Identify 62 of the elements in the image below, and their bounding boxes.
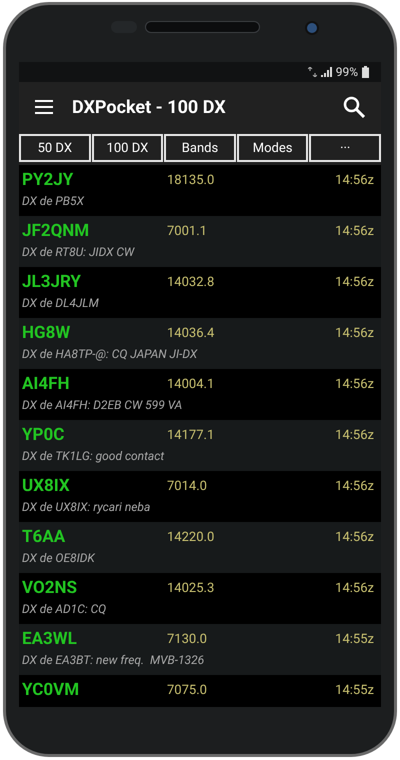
filter-button[interactable]: 100 DX <box>92 134 164 162</box>
callsign: AI4FH <box>22 373 70 396</box>
spot-info: DX de EA3BT: new freq. MVB-1326 <box>22 652 206 669</box>
spot-row[interactable]: JF2QNM 7001.1 14:56z DX de RT8U: JIDX CW <box>19 216 381 267</box>
battery-percent: 99% <box>336 64 358 81</box>
frequency: 7075.0 <box>167 682 208 700</box>
search-icon[interactable] <box>343 96 365 118</box>
frequency: 14036.4 <box>167 325 216 344</box>
spot-time: 14:55z <box>335 631 374 650</box>
filter-button[interactable]: Bands <box>164 134 236 162</box>
spot-info: DX de HA8TP-@: CQ JAPAN JI-DX <box>22 346 198 363</box>
frequency: 14177.1 <box>167 427 216 446</box>
frequency: 7130.0 <box>167 631 208 650</box>
speaker-icon <box>145 21 260 33</box>
spot-time: 14:56z <box>335 427 374 446</box>
callsign: YP0C <box>22 424 66 448</box>
frequency: 14025.3 <box>167 580 216 598</box>
callsign: HG8W <box>22 322 72 346</box>
spot-info: DX de DL4JLM <box>22 295 100 312</box>
filter-button[interactable]: Modes <box>236 134 308 162</box>
callsign: JL3JRY <box>22 271 82 294</box>
spot-info: DX de AD1C: CQ <box>22 601 108 618</box>
data-arrows-icon <box>308 67 317 77</box>
spot-time: 14:56z <box>335 325 374 344</box>
callsign: T6AA <box>22 526 66 550</box>
callsign: JF2QNM <box>22 220 90 244</box>
frequency: 14032.8 <box>167 274 216 292</box>
app-title: DXPocket - 100 DX <box>72 96 227 120</box>
spot-time: 14:56z <box>335 580 374 598</box>
spot-time: 14:56z <box>335 478 374 496</box>
spot-row[interactable]: T6AA 14220.0 14:56z DX de OE8IDK <box>19 522 381 573</box>
frequency: 14004.1 <box>167 376 216 394</box>
spot-time: 14:56z <box>335 223 374 242</box>
callsign: UX8IX <box>22 475 71 498</box>
camera-icon <box>305 21 319 35</box>
spot-info: DX de PB5X <box>22 193 86 210</box>
callsign: YC0VM <box>22 679 80 702</box>
callsign: PY2JY <box>22 169 74 192</box>
frequency: 7001.1 <box>167 223 208 242</box>
frequency: 18135.0 <box>167 172 216 190</box>
spot-time: 14:56z <box>335 274 374 292</box>
spot-info: DX de OE8IDK <box>22 550 96 567</box>
signal-icon <box>320 67 332 77</box>
spot-info: DX de UX8IX: rycari neba <box>22 499 152 516</box>
spot-time: 14:56z <box>335 529 374 548</box>
spot-row[interactable]: HG8W 14036.4 14:56z DX de HA8TP-@: CQ JAPAN JI-DX <box>19 318 381 369</box>
frequency: 7014.0 <box>167 478 208 496</box>
spot-time: 14:56z <box>335 376 374 394</box>
spot-info: DX de AI4FH: D2EB CW 599 VA <box>22 397 184 414</box>
menu-icon[interactable] <box>35 100 53 114</box>
spot-info: DX de RT8U: JIDX CW <box>22 244 136 261</box>
callsign: EA3WL <box>22 628 78 652</box>
frequency: 14220.0 <box>167 529 216 548</box>
filter-button[interactable]: ··· <box>309 134 381 162</box>
spot-time: 14:56z <box>335 172 374 190</box>
battery-icon <box>362 66 369 78</box>
callsign: VO2NS <box>22 577 78 600</box>
filter-button[interactable]: 50 DX <box>19 134 91 162</box>
spot-row[interactable]: YP0C 14177.1 14:56z DX de TK1LG: good contact <box>19 420 381 471</box>
spot-time: 14:55z <box>335 682 374 700</box>
spot-row[interactable]: EA3WL 7130.0 14:55z DX de EA3BT: new freq. MVB-1326 <box>19 624 381 675</box>
spot-info: DX de TK1LG: good contact <box>22 448 166 465</box>
